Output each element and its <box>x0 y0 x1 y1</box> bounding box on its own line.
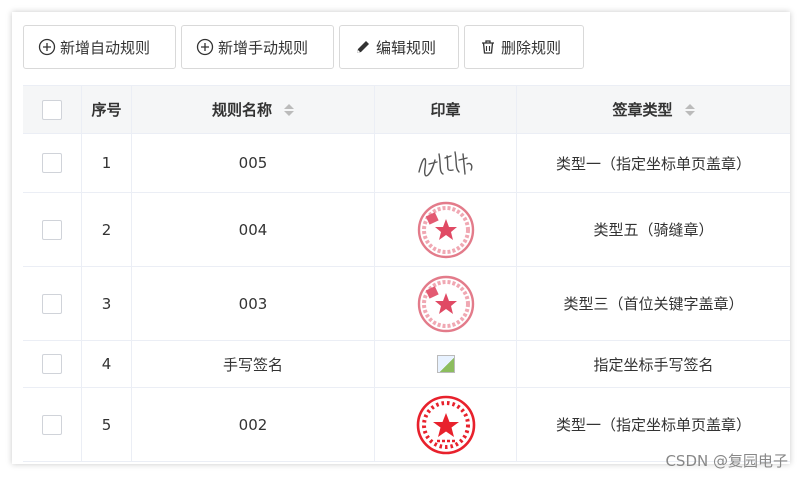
row-index: 2 <box>101 220 112 239</box>
row-name: 004 <box>238 220 268 239</box>
header-seal: 印章 <box>430 101 461 119</box>
header-type-sortable[interactable]: 签章类型 <box>517 86 790 133</box>
row-checkbox[interactable] <box>42 414 62 435</box>
trash-icon <box>479 38 497 56</box>
table-row[interactable]: 1 005 类型一（指定坐标单页盖章） <box>23 134 790 193</box>
delete-rule-label: 删除规则 <box>501 38 562 57</box>
row-checkbox[interactable] <box>42 293 62 314</box>
edit-rule-label: 编辑规则 <box>376 38 437 57</box>
add-auto-rule-button[interactable]: 新增自动规则 <box>23 25 176 69</box>
sort-icon[interactable] <box>284 103 294 116</box>
row-name: 003 <box>238 294 268 313</box>
header-name-sortable[interactable]: 规则名称 <box>132 86 375 133</box>
rule-panel: 新增自动规则 新增手动规则 编辑规则 删除规则 序号 规则名称 印章 签章类型 … <box>12 12 790 464</box>
row-checkbox[interactable] <box>42 354 62 374</box>
add-manual-rule-button[interactable]: 新增手动规则 <box>181 25 334 69</box>
row-name: 005 <box>238 154 268 172</box>
add-auto-rule-label: 新增自动规则 <box>60 38 151 57</box>
row-name: 手写签名 <box>222 355 283 374</box>
edit-rule-button[interactable]: 编辑规则 <box>339 25 459 69</box>
table-row[interactable]: 2 004 类型五（骑缝章） <box>23 193 790 267</box>
plus-circle-icon <box>196 38 214 56</box>
rules-table: 序号 规则名称 印章 签章类型 1 005 类型一（指定坐标单页盖章） 2 00… <box>23 85 790 462</box>
add-manual-rule-label: 新增手动规则 <box>218 38 309 57</box>
pencil-icon <box>354 38 372 56</box>
row-type: 类型一（指定坐标单页盖章） <box>555 416 751 434</box>
header-type: 签章类型 <box>612 101 673 119</box>
broken-image-icon <box>436 355 455 373</box>
round-seal-image <box>375 267 517 340</box>
row-type: 类型五（骑缝章） <box>593 221 714 239</box>
plus-circle-icon <box>38 38 56 56</box>
row-checkbox[interactable] <box>42 153 62 173</box>
row-type: 类型一（指定坐标单页盖章） <box>555 154 751 173</box>
table-row[interactable]: 4 手写签名 指定坐标手写签名 <box>23 341 790 388</box>
row-index: 1 <box>101 154 112 172</box>
select-all-checkbox[interactable] <box>42 99 62 120</box>
row-name: 002 <box>238 415 268 434</box>
header-name: 规则名称 <box>211 101 272 119</box>
table-header: 序号 规则名称 印章 签章类型 <box>23 86 790 134</box>
sort-icon[interactable] <box>684 103 695 116</box>
row-type: 类型三（首位关键字盖章） <box>563 295 744 313</box>
watermark: CSDN @复园电子 <box>665 452 788 470</box>
toolbar: 新增自动规则 新增手动规则 编辑规则 删除规则 <box>23 25 584 69</box>
round-seal-image <box>375 193 517 266</box>
row-type: 指定坐标手写签名 <box>593 355 714 374</box>
header-index: 序号 <box>91 101 122 119</box>
handwritten-signature-image <box>375 134 517 192</box>
red-seal-image <box>375 388 517 461</box>
row-index: 3 <box>101 294 112 313</box>
table-row[interactable]: 3 003 类型三（首位关键字盖章） <box>23 267 790 341</box>
delete-rule-button[interactable]: 删除规则 <box>464 25 584 69</box>
row-index: 5 <box>101 415 112 434</box>
row-checkbox[interactable] <box>42 219 62 240</box>
row-index: 4 <box>101 355 112 373</box>
